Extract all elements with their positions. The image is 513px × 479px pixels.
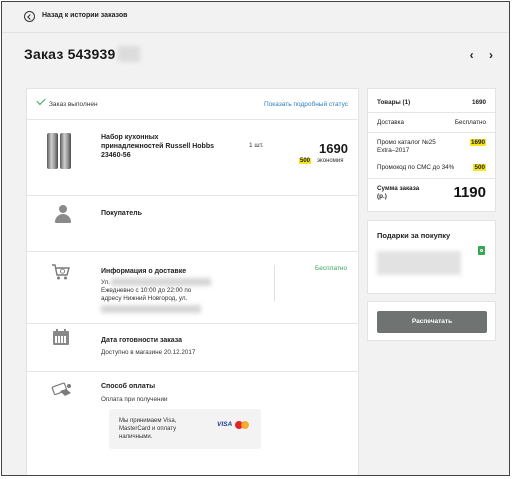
order-details-card: Заказ выполнен Показать подробный статус… <box>26 88 359 475</box>
summary-items-value: 1690 <box>471 99 486 106</box>
summary-total-label: Сумма заказа (р.) <box>377 185 420 200</box>
cart-icon <box>52 264 70 280</box>
savings-label: экономия <box>317 158 344 164</box>
summary-total-value: 1190 <box>453 184 486 201</box>
product-image[interactable] <box>45 133 73 169</box>
accepted-payments-box: Мы принимаем Visa, MasterCard и оплату н… <box>109 409 261 449</box>
buyer-title: Покупатель <box>101 210 142 217</box>
visa-logo-icon: VISA <box>217 421 233 428</box>
chevron-left-icon: ‹ <box>469 48 474 62</box>
checkmark-icon <box>36 95 46 106</box>
summary-promo1-label: Промо каталог №25 Extra–2017 <box>377 139 436 154</box>
top-bar: Назад к истории заказов <box>2 2 509 33</box>
redacted-order-digits <box>118 46 140 62</box>
product-name-link[interactable]: Набор кухонных принадлежностей Russell H… <box>101 133 221 160</box>
next-order-button[interactable]: › <box>483 48 493 62</box>
readiness-title: Дата готовности заказа <box>101 337 183 344</box>
payment-title: Способ оплаты <box>101 383 156 390</box>
status-row: Заказ выполнен Показать подробный статус <box>27 89 358 120</box>
gifts-card: Подарки за покупку <box>367 220 496 294</box>
savings-value-badge: 500 <box>299 158 312 164</box>
page-title: Заказ 543939 <box>24 46 116 62</box>
gifts-title: Подарки за покупку <box>377 231 451 240</box>
print-card: Распечатать <box>367 301 496 341</box>
summary-promo2-value: 500 <box>473 164 486 171</box>
summary-delivery-value: Бесплатно <box>454 119 486 126</box>
summary-promo1-value: 1690 <box>469 139 486 146</box>
shaker-left <box>47 133 58 169</box>
status-text: Заказ выполнен <box>49 101 98 108</box>
delivery-title: Информация о доставке <box>101 268 187 275</box>
product-quantity: 1 шт. <box>249 142 264 149</box>
product-section: Набор кухонных принадлежностей Russell H… <box>27 125 358 196</box>
shaker-right <box>60 133 71 169</box>
payment-icon <box>51 382 71 396</box>
page-frame: Назад к истории заказов Заказ 543939 ‹ ›… <box>1 1 510 476</box>
prev-order-button[interactable]: ‹ <box>464 48 474 62</box>
print-button[interactable]: Распечатать <box>377 311 487 333</box>
product-price: 1690 <box>319 141 348 156</box>
mastercard-logo-icon <box>235 421 249 429</box>
summary-promo2-label: Промокод по СМС до 34% <box>377 164 455 171</box>
accepted-payments-text: Мы принимаем Visa, MasterCard и оплату н… <box>119 418 177 440</box>
delivery-price: Бесплатно <box>315 265 348 272</box>
redacted-address-2 <box>101 305 201 313</box>
delivery-divider <box>274 265 275 301</box>
summary-delivery-row: Доставка Бесплатно <box>377 119 486 126</box>
redacted-address <box>111 278 211 286</box>
readiness-section: Дата готовности заказа Доступно в магази… <box>27 323 358 372</box>
chevron-right-icon: › <box>489 48 493 62</box>
person-icon <box>55 205 71 223</box>
summary-items-row: Товары (1) 1690 <box>377 99 486 106</box>
summary-items-label: Товары (1) <box>377 99 411 106</box>
summary-delivery-label: Доставка <box>377 119 405 126</box>
delivery-address-line3: адресу Нижний Новгород, ул. <box>101 295 188 302</box>
buyer-section: Покупатель <box>27 195 358 252</box>
readiness-date: Доступно в магазине 20.12.2017 <box>101 349 196 356</box>
order-navigation: ‹ › <box>458 48 493 62</box>
payment-section: Способ оплаты Оплата при получении Мы пр… <box>27 371 358 475</box>
redacted-gift <box>377 251 461 275</box>
payment-method: Оплата при получении <box>101 396 168 403</box>
order-summary-card: Товары (1) 1690 Доставка Бесплатно Промо… <box>367 88 496 212</box>
summary-promo2-row: Промокод по СМС до 34% 500 <box>377 164 486 171</box>
calendar-icon <box>53 329 69 345</box>
summary-promo1-row: Промо каталог №25 Extra–2017 1690 <box>377 139 486 155</box>
delivery-section: Информация о доставке Ул. Ежедневно с 10… <box>27 251 358 324</box>
back-to-history-link[interactable]: Назад к истории заказов <box>42 12 127 19</box>
show-status-link[interactable]: Показать подробный статус <box>264 101 348 108</box>
back-arrow-icon[interactable] <box>24 11 35 22</box>
gift-badge-icon <box>478 246 485 255</box>
